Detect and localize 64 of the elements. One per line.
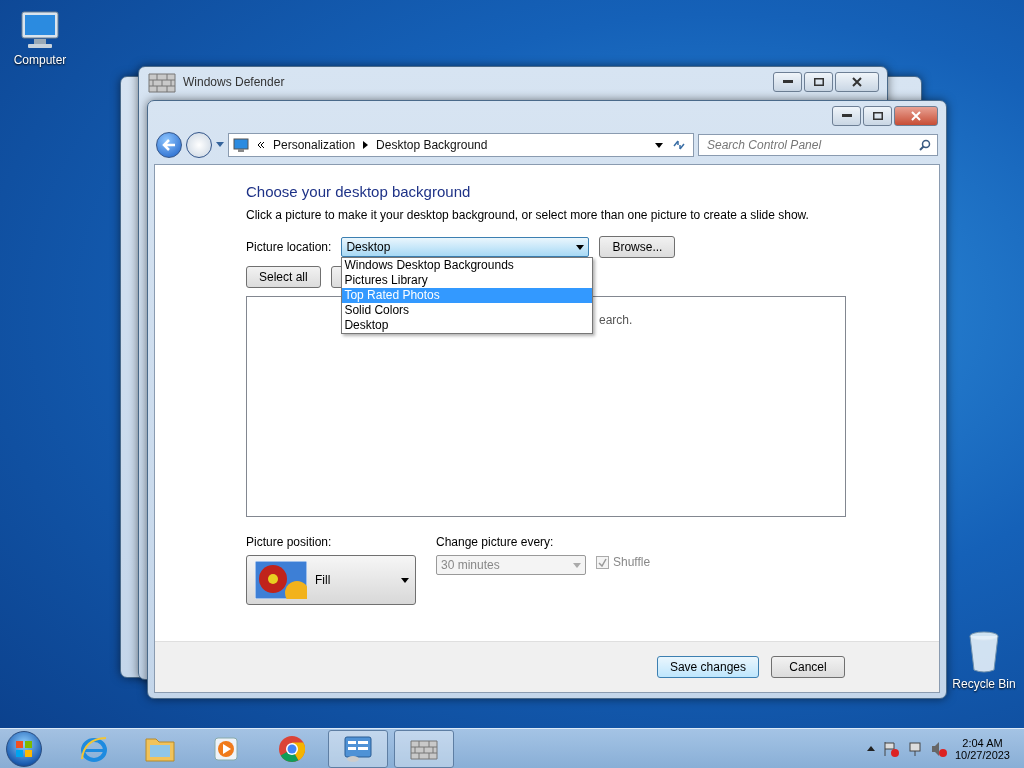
chrome-icon[interactable] — [277, 733, 307, 764]
picture-list-message: earch. — [599, 313, 633, 327]
close-button[interactable] — [894, 106, 938, 126]
close-button[interactable] — [835, 72, 879, 92]
close-icon — [851, 77, 863, 87]
minimize-icon — [841, 114, 852, 118]
refresh-icon[interactable] — [671, 138, 687, 152]
window-title: Windows Defender — [183, 75, 285, 89]
back-button[interactable] — [156, 132, 182, 158]
checkbox-label: Shuffle — [613, 555, 651, 569]
search-field[interactable]: Search Control Panel — [698, 134, 938, 156]
search-icon — [919, 139, 931, 151]
minimize-icon — [782, 80, 793, 84]
recycle-bin-icon[interactable] — [967, 630, 1001, 674]
select-all-button[interactable]: Select all — [246, 266, 321, 288]
desktop-icon-label[interactable]: Computer — [13, 53, 67, 67]
dropdown-arrow-icon — [401, 577, 409, 583]
dropdown-arrow-icon — [573, 562, 581, 568]
dropdown-option[interactable]: Solid Colors — [342, 303, 593, 318]
description-text: Click a picture to make it your desktop background, or select more than one picture to create a slide show. — [246, 208, 810, 222]
flower-thumbnail — [255, 561, 307, 599]
field-label: Change picture every: — [436, 535, 555, 549]
taskbar-button[interactable] — [328, 729, 388, 768]
forward-button[interactable] — [186, 132, 212, 158]
cancel-button[interactable]: Cancel — [771, 656, 845, 678]
dropdown-arrow-icon — [576, 244, 585, 250]
dropdown-option[interactable]: Pictures Library — [342, 273, 593, 288]
flag-icon[interactable] — [882, 740, 899, 757]
page-heading: Choose your desktop background — [246, 183, 472, 200]
breadcrumb-item[interactable]: Desktop Background — [376, 138, 488, 152]
computer-icon[interactable] — [18, 10, 62, 50]
field-label: Picture position: — [246, 535, 333, 549]
breadcrumb-item[interactable]: Personalization — [273, 138, 356, 152]
dropdown-value: Fill — [315, 573, 332, 587]
dropdown-option[interactable]: Desktop — [342, 318, 593, 333]
maximize-icon — [813, 78, 824, 86]
picture-position-dropdown[interactable]: Fill — [246, 555, 416, 605]
field-label: Picture location: — [246, 240, 332, 254]
maximize-icon — [872, 112, 883, 120]
save-button[interactable]: Save changes — [656, 656, 759, 678]
speaker-icon[interactable] — [930, 740, 947, 757]
network-icon[interactable] — [906, 740, 923, 757]
caret-icon[interactable] — [866, 746, 875, 751]
address-bar[interactable]: Personalization Desktop Background — [228, 133, 694, 157]
minimize-button[interactable] — [773, 72, 802, 92]
caret-icon — [363, 141, 369, 149]
maximize-button[interactable] — [804, 72, 833, 92]
browse-button[interactable]: Browse... — [599, 236, 676, 258]
start-button[interactable] — [6, 730, 42, 767]
clock[interactable]: 2:04 AM 10/27/2023 — [954, 736, 1010, 761]
monitor-icon — [233, 138, 249, 152]
brick-wall-icon[interactable] — [147, 70, 177, 94]
chevron-icon — [257, 141, 265, 149]
maximize-button[interactable] — [863, 106, 892, 126]
windows-logo-icon — [16, 740, 32, 757]
dropdown-option[interactable]: Windows Desktop Backgrounds — [342, 258, 593, 273]
desktop-icon-label[interactable]: Recycle Bin — [952, 677, 1016, 691]
back-arrow-icon — [162, 139, 176, 151]
control-panel-icon[interactable] — [343, 734, 373, 763]
close-icon — [910, 111, 922, 121]
minimize-button[interactable] — [832, 106, 861, 126]
taskbar-button[interactable] — [394, 729, 454, 768]
media-player-icon[interactable] — [212, 734, 240, 763]
dropdown-arrow-icon[interactable] — [655, 142, 663, 148]
